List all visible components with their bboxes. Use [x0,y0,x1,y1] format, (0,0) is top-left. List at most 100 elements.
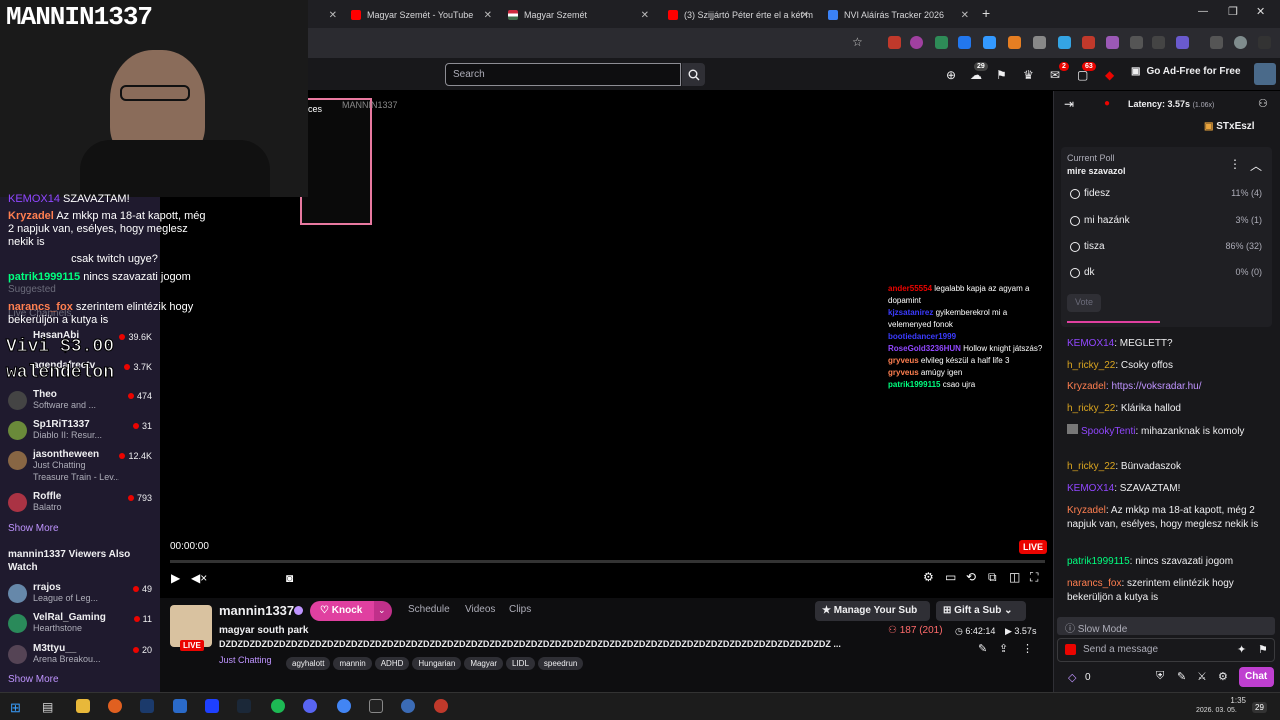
close-icon[interactable]: ✕ [961,10,969,21]
taskbar-time[interactable]: 1:35 [1206,696,1246,705]
tag[interactable]: ADHD [374,657,410,670]
menu-icon[interactable] [1210,36,1223,49]
app-icon[interactable] [434,699,448,713]
file-explorer-icon[interactable] [76,699,90,713]
rewind-icon[interactable]: ⟲ [966,570,976,584]
browser-tab-3[interactable]: (3) Szijjártó Péter érte el a két m ✕ [660,4,815,26]
sidebar-channel[interactable]: VelRal_Gaming Hearthstone 11 [8,612,156,640]
shield-icon[interactable]: ⛨ [1156,670,1164,683]
edit-icon[interactable]: ✎ [978,642,987,655]
chat-username[interactable]: narancs_fox [1067,578,1121,589]
extension-icon[interactable] [983,36,996,49]
chat-link[interactable]: : https://voksradar.hu/ [1106,381,1202,392]
sidebar-channel[interactable]: Sp1RiT1337 Diablo II: Resur... 31 [8,419,156,447]
windows-start-icon[interactable]: ⊞ [10,700,21,716]
tag[interactable]: Hungarian [412,657,462,670]
bits-icon[interactable]: ◆ [1105,68,1114,82]
extension-icon[interactable] [1152,36,1165,49]
theater-icon[interactable]: ▭ [945,570,956,584]
chat-username[interactable]: patrik1999115 [1067,556,1130,567]
collapse-chat-icon[interactable]: ⇥ [1064,97,1074,111]
chrome-icon[interactable] [337,699,351,713]
app-icon[interactable] [401,699,415,713]
extension-icon[interactable] [910,36,923,49]
photoshop-icon[interactable] [140,699,154,713]
tag[interactable]: agyhalott [286,657,331,670]
extension-icon[interactable] [1058,36,1071,49]
chat-username[interactable]: KEMOX14 [1067,338,1114,349]
sidebar-toggle-icon[interactable]: ◫ [1009,570,1020,584]
chat-username[interactable]: KEMOX14 [1067,483,1114,494]
settings-icon[interactable]: ⚙ [923,570,934,584]
share-icon[interactable]: ⇪ [999,642,1008,655]
tag[interactable]: speedrun [537,657,584,670]
extension-icon[interactable] [958,36,971,49]
close-icon[interactable]: ✕ [484,10,492,21]
tag[interactable]: Magyar [464,657,503,670]
tag[interactable]: LIDL [506,657,535,670]
close-icon[interactable]: ✕ [641,10,649,21]
play-icon[interactable]: ▶ [171,571,180,585]
fullscreen-icon[interactable]: ⛶ [1030,570,1038,585]
maximize-icon[interactable]: ❐ [1228,5,1238,18]
clip-icon[interactable]: ◙ [286,571,293,585]
mute-icon[interactable]: ◀× [191,571,207,585]
browser-tab-4[interactable]: NVI Aláírás Tracker 2026 ✕ [820,4,975,26]
extension-icon[interactable] [1176,36,1189,49]
chat-username[interactable]: SpookyTenti [1081,426,1135,437]
channel-points[interactable]: 0 [1085,672,1091,683]
browser-tab-0[interactable]: ✕ [308,4,343,26]
profile-icon[interactable] [1234,36,1247,49]
tab-videos[interactable]: Videos [465,604,495,615]
browser-tab-2[interactable]: Magyar Szemét ✕ [500,4,655,26]
go-ad-free-button[interactable]: ▣ Go Ad-Free for Free [1131,66,1241,77]
more-options-icon[interactable]: ⋮ [1022,642,1033,655]
sidebar-channel[interactable]: Theo Software and ... 474 [8,389,156,417]
sidebar-channel[interactable]: jasontheween Just Chatting Treasure Train … [8,449,156,487]
gear-icon[interactable]: ⚙ [1218,670,1228,683]
sidebar-channel[interactable]: rrajos League of Leg... 49 [8,582,156,610]
prime-icon[interactable]: ♛ [1023,68,1034,82]
mod-icon[interactable]: ⚔ [1197,670,1207,683]
chat-username[interactable]: Kryzadel [1067,505,1106,516]
pip-icon[interactable]: ⧉ [988,570,997,585]
crown-icon[interactable]: ⊕ [946,68,956,82]
taskbar-date[interactable]: 2026. 03. 05. [1196,707,1237,714]
close-icon[interactable]: ✕ [329,10,337,21]
poll-option[interactable]: fidesz 11% (4) [1068,183,1264,205]
chat-username[interactable]: Kryzadel [1067,381,1106,392]
extension-icon[interactable] [1130,36,1143,49]
spotify-icon[interactable] [271,699,285,713]
chat-send-button[interactable]: Chat [1239,667,1274,687]
gift-sub-button[interactable]: ⊞ Gift a Sub ⌄ [936,601,1026,621]
7tv-icon[interactable]: ⚑ [1258,643,1268,656]
channel-name[interactable]: mannin1337 [219,603,294,618]
chat-username[interactable]: h_ricky_22 [1067,360,1115,371]
new-tab-button[interactable]: + [982,5,990,21]
tag[interactable]: mannin [333,657,372,670]
close-window-icon[interactable]: ✕ [1256,5,1265,18]
extension-icon[interactable] [1082,36,1095,49]
chat-username[interactable]: h_ricky_22 [1067,403,1115,414]
emote-icon[interactable]: ✦ [1237,643,1246,656]
notification-count[interactable]: 29 [1252,702,1267,713]
pencil-icon[interactable]: ✎ [1177,670,1186,683]
avatar[interactable] [1254,63,1276,85]
inbox-icon[interactable]: ✉ [1050,68,1060,82]
7tv-icon[interactable]: ⚑ [996,68,1007,82]
search-button[interactable] [682,63,705,86]
chat-username[interactable]: h_ricky_22 [1067,461,1115,472]
task-view-icon[interactable]: ▤ [42,700,53,714]
close-icon[interactable]: ✕ [801,10,809,21]
star-icon[interactable]: ☆ [852,35,863,49]
sidebar-channel[interactable]: M3ttyu__ Arena Breakou... 20 [8,643,156,671]
search-input[interactable]: Search [445,63,681,86]
extension-icon[interactable] [888,36,901,49]
knock-button[interactable]: ♡ Knock [310,601,374,621]
poll-option[interactable]: dk 0% (0) [1068,262,1264,284]
extension-icon[interactable] [935,36,948,49]
sidebar-channel[interactable]: Roffle Balatro 793 [8,491,156,519]
poll-option[interactable]: mi hazánk 3% (1) [1068,210,1264,232]
collapse-poll-icon[interactable]: ︿ [1250,157,1262,174]
poll-more-icon[interactable]: ⋮ [1229,157,1241,171]
